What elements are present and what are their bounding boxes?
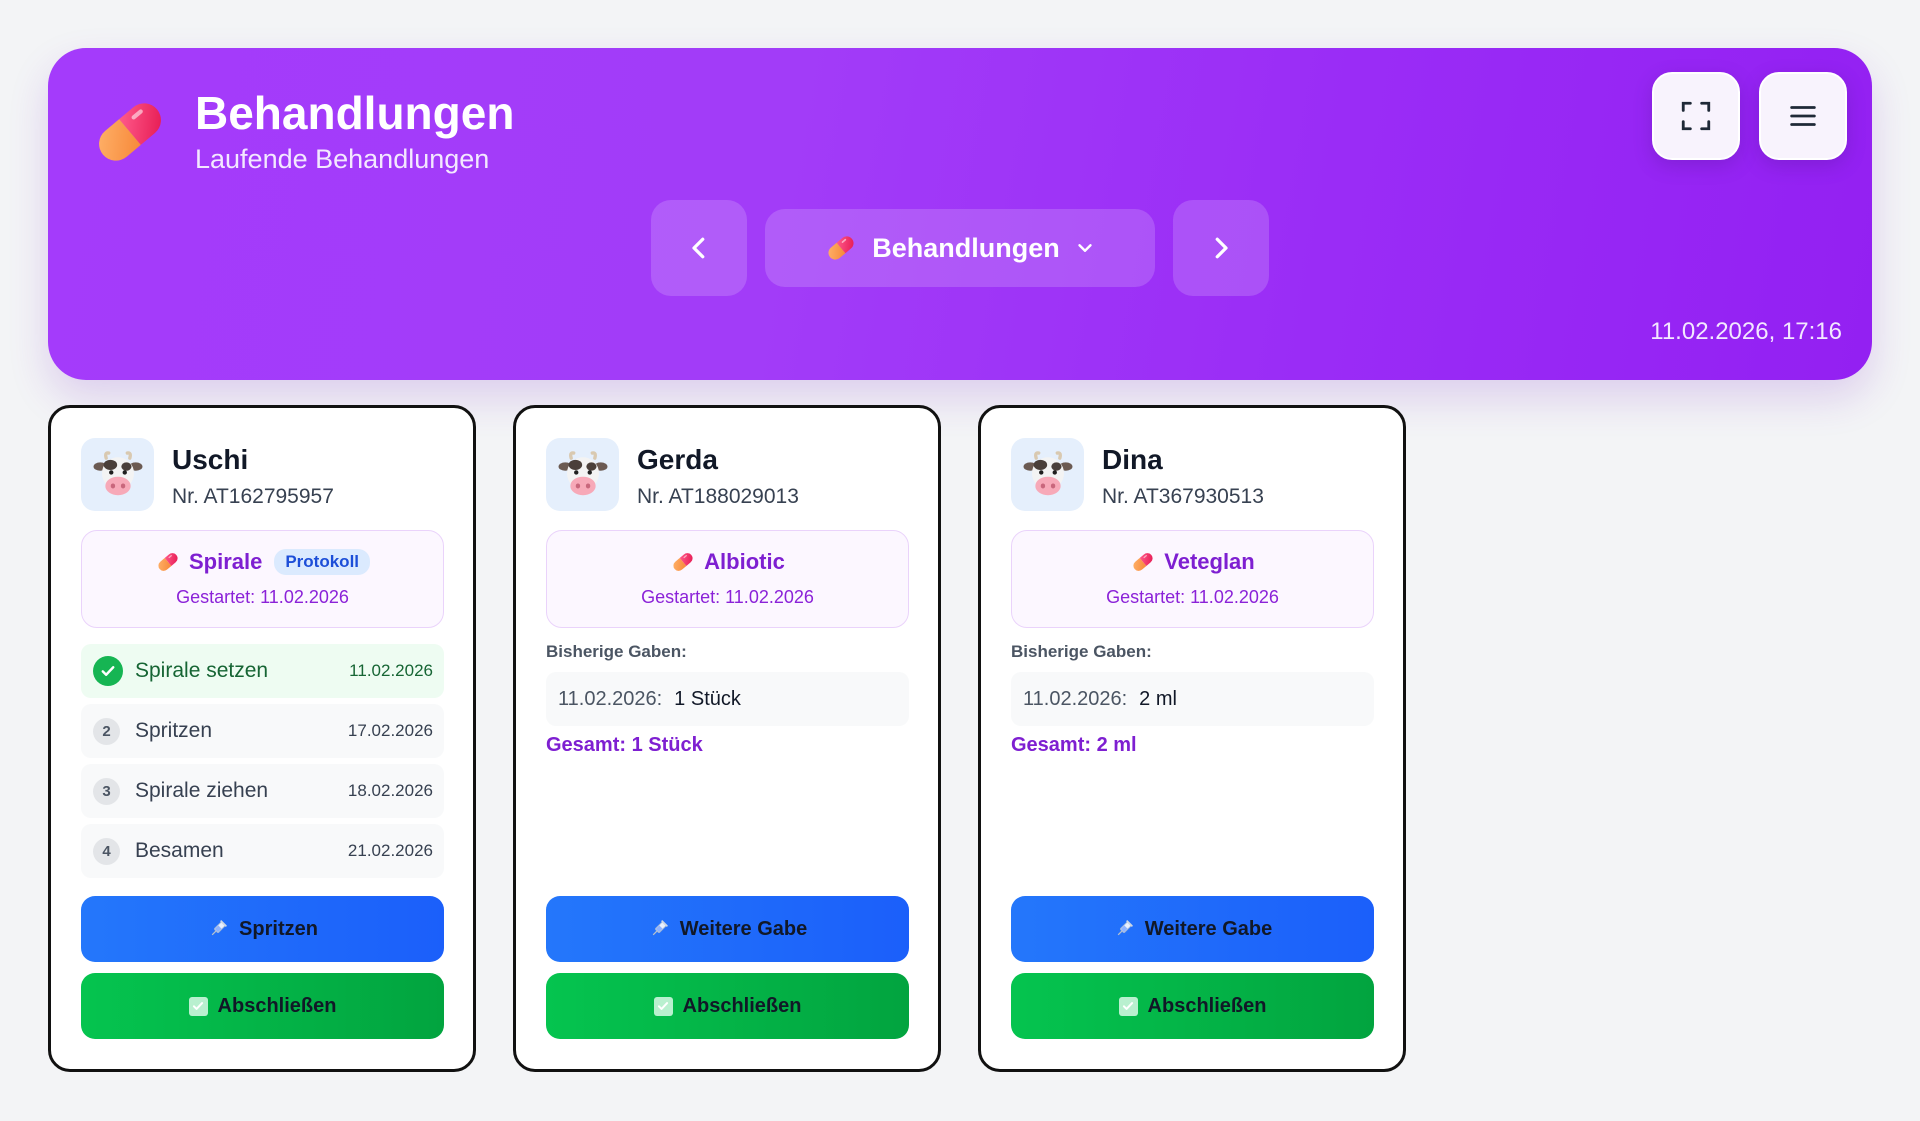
dose-amount: 2 ml bbox=[1139, 687, 1177, 710]
inject-button-label: Spritzen bbox=[239, 917, 318, 940]
protocol-badge: Protokoll bbox=[274, 549, 371, 575]
inject-button[interactable]: Spritzen bbox=[81, 896, 444, 962]
add-dose-button[interactable]: Weitere Gabe bbox=[1011, 896, 1374, 962]
animal-name: Dina bbox=[1102, 444, 1163, 475]
animal-name: Uschi bbox=[172, 444, 249, 475]
avatar bbox=[81, 438, 154, 511]
view-select-dropdown[interactable]: Behandlungen bbox=[765, 209, 1155, 287]
hamburger-menu-icon bbox=[1790, 106, 1816, 126]
step-label: Spirale ziehen bbox=[135, 779, 269, 802]
pill-icon bbox=[824, 231, 858, 265]
pill-icon bbox=[1130, 549, 1156, 575]
dose-date: 11.02.2026: bbox=[1023, 687, 1128, 710]
dose-history-title: Bisherige Gaben: bbox=[546, 642, 687, 661]
syringe-icon bbox=[1113, 918, 1135, 940]
syringe-icon bbox=[207, 918, 229, 940]
page-title: Behandlungen bbox=[195, 87, 515, 139]
step-date: 21.02.2026 bbox=[347, 841, 433, 860]
syringe-icon bbox=[648, 918, 670, 940]
step-number: 3 bbox=[93, 778, 120, 805]
treatment-start-date: Gestartet: 11.02.2026 bbox=[641, 587, 814, 607]
finish-button-label: Abschließen bbox=[682, 994, 802, 1017]
checkbox-icon bbox=[653, 996, 673, 1016]
add-dose-button[interactable]: Weitere Gabe bbox=[546, 896, 909, 962]
add-dose-button-label: Weitere Gabe bbox=[1144, 917, 1273, 940]
step-date: 18.02.2026 bbox=[347, 781, 433, 800]
fullscreen-button[interactable] bbox=[1652, 72, 1740, 160]
treatment-card: Uschi Nr. AT162795957 Spirale Protokoll … bbox=[48, 405, 476, 1072]
chevron-down-icon bbox=[1078, 244, 1092, 252]
finish-button[interactable]: Abschließen bbox=[546, 973, 909, 1039]
checkbox-icon bbox=[1118, 996, 1138, 1016]
step-label: Besamen bbox=[135, 839, 224, 862]
pill-icon bbox=[88, 90, 172, 174]
treatment-name: Spirale bbox=[188, 549, 263, 574]
dose-amount: 1 Stück bbox=[674, 687, 741, 710]
add-dose-button-label: Weitere Gabe bbox=[679, 917, 808, 940]
treatment-name: Albiotic bbox=[704, 549, 785, 574]
protocol-step: Spirale setzen 11.02.2026 bbox=[81, 644, 444, 698]
animal-number: Nr. AT162795957 bbox=[172, 485, 334, 508]
treatment-info: Albiotic Gestartet: 11.02.2026 bbox=[546, 530, 909, 628]
animal-number: Nr. AT188029013 bbox=[637, 485, 799, 508]
dose-total: Gesamt: 2 ml bbox=[1011, 734, 1137, 756]
step-label: Spirale setzen bbox=[135, 659, 269, 682]
treatment-info: Spirale Protokoll Gestartet: 11.02.2026 bbox=[81, 530, 444, 628]
dose-history-title: Bisherige Gaben: bbox=[1011, 642, 1152, 661]
dose-date: 11.02.2026: bbox=[558, 687, 663, 710]
step-label: Spritzen bbox=[135, 719, 213, 742]
step-date: 11.02.2026 bbox=[349, 661, 433, 680]
protocol-step: 2 Spritzen 17.02.2026 bbox=[81, 704, 444, 758]
page-subtitle: Laufende Behandlungen bbox=[195, 144, 490, 174]
dose-total: Gesamt: 1 Stück bbox=[546, 734, 703, 756]
finish-button-label: Abschließen bbox=[1147, 994, 1267, 1017]
fullscreen-icon bbox=[1681, 101, 1711, 131]
cow-icon bbox=[1021, 448, 1075, 502]
current-datetime: 11.02.2026, 17:16 bbox=[1650, 318, 1842, 345]
checkbox-icon bbox=[188, 996, 208, 1016]
chevron-left-icon bbox=[692, 237, 705, 259]
prev-view-button[interactable] bbox=[651, 200, 747, 296]
cow-icon bbox=[556, 448, 610, 502]
protocol-step: 3 Spirale ziehen 18.02.2026 bbox=[81, 764, 444, 818]
treatment-info: Veteglan Gestartet: 11.02.2026 bbox=[1011, 530, 1374, 628]
dose-history-item: 11.02.2026: 1 Stück bbox=[546, 672, 909, 726]
chevron-right-icon bbox=[1215, 237, 1228, 259]
treatment-name: Veteglan bbox=[1164, 549, 1255, 574]
finish-button[interactable]: Abschließen bbox=[81, 973, 444, 1039]
next-view-button[interactable] bbox=[1173, 200, 1269, 296]
protocol-step: 4 Besamen 21.02.2026 bbox=[81, 824, 444, 878]
view-select-label: Behandlungen bbox=[872, 232, 1060, 263]
treatment-start-date: Gestartet: 11.02.2026 bbox=[1106, 587, 1279, 607]
pill-icon bbox=[155, 549, 181, 575]
page-header: Behandlungen Laufende Behandlungen Behan… bbox=[48, 48, 1872, 380]
step-number: 4 bbox=[93, 838, 120, 865]
finish-button[interactable]: Abschließen bbox=[1011, 973, 1374, 1039]
avatar bbox=[1011, 438, 1084, 511]
treatment-card: Gerda Nr. AT188029013 Albiotic Gestartet… bbox=[513, 405, 941, 1072]
avatar bbox=[546, 438, 619, 511]
finish-button-label: Abschließen bbox=[217, 994, 337, 1017]
step-number: 2 bbox=[93, 718, 120, 745]
cow-icon bbox=[91, 448, 145, 502]
check-circle-icon bbox=[93, 656, 123, 686]
treatment-card: Dina Nr. AT367930513 Veteglan Gestartet:… bbox=[978, 405, 1406, 1072]
dose-history-item: 11.02.2026: 2 ml bbox=[1011, 672, 1374, 726]
pill-icon bbox=[670, 549, 696, 575]
menu-button[interactable] bbox=[1759, 72, 1847, 160]
animal-name: Gerda bbox=[637, 444, 718, 475]
animal-number: Nr. AT367930513 bbox=[1102, 485, 1264, 508]
step-date: 17.02.2026 bbox=[347, 721, 433, 740]
treatment-start-date: Gestartet: 11.02.2026 bbox=[176, 587, 349, 607]
